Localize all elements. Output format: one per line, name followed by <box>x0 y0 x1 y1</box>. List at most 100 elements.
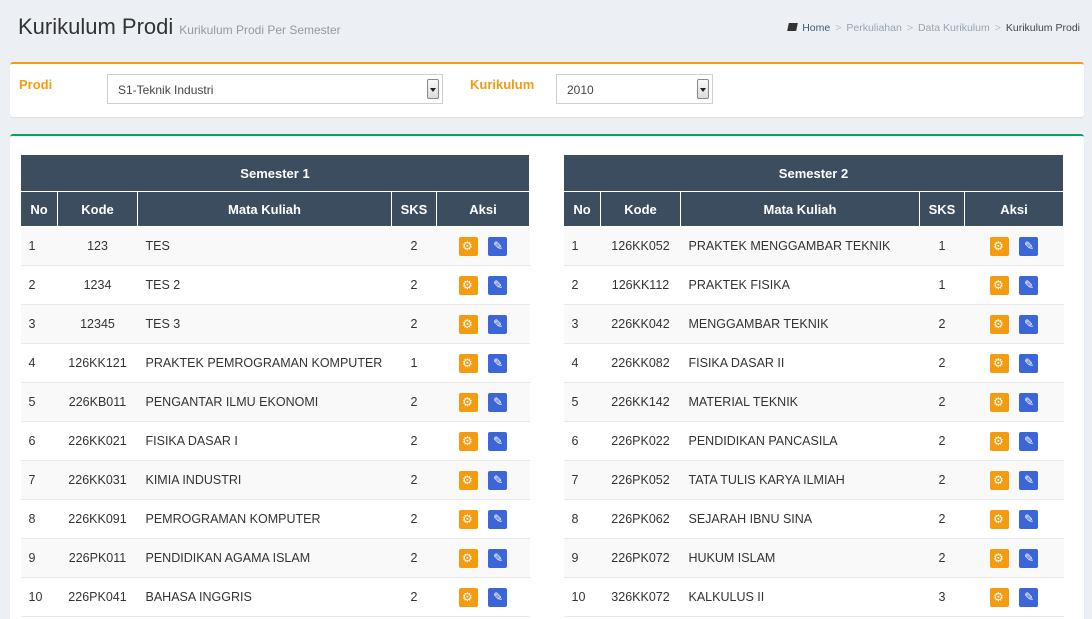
row-actions: ⚙ ✎ <box>964 304 1064 344</box>
edit-button[interactable]: ✎ <box>488 548 507 568</box>
row-actions: ⚙ ✎ <box>436 460 530 500</box>
row-mata-kuliah: MENGGAMBAR TEKNIK <box>680 304 920 344</box>
settings-button[interactable]: ⚙ <box>990 353 1009 373</box>
prodi-select[interactable]: S1-Teknik Industri <box>107 74 443 104</box>
row-no: 6 <box>20 421 58 461</box>
row-sks: 1 <box>919 265 965 305</box>
row-actions: ⚙ ✎ <box>436 304 530 344</box>
edit-button[interactable]: ✎ <box>488 392 507 412</box>
edit-button[interactable]: ✎ <box>1019 587 1038 607</box>
table-row: 1 123 TES 2 ⚙ ✎ <box>20 226 530 266</box>
row-no: 5 <box>563 382 601 422</box>
table-row: 10 226PK041 BAHASA INGGRIS 2 ⚙ ✎ <box>20 577 530 617</box>
row-no: 5 <box>20 382 58 422</box>
settings-button[interactable]: ⚙ <box>990 236 1009 256</box>
table-row: 6 226KK021 FISIKA DASAR I 2 ⚙ ✎ <box>20 421 530 461</box>
row-kode: 123 <box>57 226 138 266</box>
col-kode-header: Kode <box>57 191 138 227</box>
row-sks: 2 <box>391 421 437 461</box>
table-row: 1 126KK052 PRAKTEK MENGGAMBAR TEKNIK 1 ⚙ ✎ <box>563 226 1064 266</box>
row-no: 4 <box>20 343 58 383</box>
row-no: 2 <box>20 265 58 305</box>
edit-button[interactable]: ✎ <box>488 470 507 490</box>
edit-button[interactable]: ✎ <box>488 236 507 256</box>
gears-icon: ⚙ <box>993 433 1004 448</box>
settings-button[interactable]: ⚙ <box>459 587 478 607</box>
edit-button[interactable]: ✎ <box>1019 431 1038 451</box>
kurikulum-select-value: 2010 <box>567 83 594 97</box>
table-row: 3 226KK042 MENGGAMBAR TEKNIK 2 ⚙ ✎ <box>563 304 1064 344</box>
edit-button[interactable]: ✎ <box>1019 548 1038 568</box>
row-kode: 226PK022 <box>600 421 681 461</box>
pencil-icon: ✎ <box>1024 550 1035 565</box>
edit-button[interactable]: ✎ <box>1019 470 1038 490</box>
pencil-icon: ✎ <box>493 238 504 253</box>
settings-button[interactable]: ⚙ <box>459 314 478 334</box>
edit-button[interactable]: ✎ <box>1019 236 1038 256</box>
row-kode: 326KK072 <box>600 577 681 617</box>
breadcrumb-perkuliahan[interactable]: Perkuliahan <box>846 22 901 34</box>
edit-button[interactable]: ✎ <box>488 353 507 373</box>
kurikulum-select[interactable]: 2010 <box>556 74 713 104</box>
edit-button[interactable]: ✎ <box>1019 353 1038 373</box>
row-mata-kuliah: PRAKTEK FISIKA <box>680 265 920 305</box>
settings-button[interactable]: ⚙ <box>459 509 478 529</box>
settings-button[interactable]: ⚙ <box>990 314 1009 334</box>
row-no: 6 <box>563 421 601 461</box>
row-kode: 226KK142 <box>600 382 681 422</box>
row-mata-kuliah: KIMIA INDUSTRI <box>137 460 392 500</box>
edit-button[interactable]: ✎ <box>1019 275 1038 295</box>
settings-button[interactable]: ⚙ <box>990 548 1009 568</box>
table-row: 4 126KK121 PRAKTEK PEMROGRAMAN KOMPUTER 1 ⚙ ✎ <box>20 343 530 383</box>
row-sks: 2 <box>919 499 965 539</box>
settings-button[interactable]: ⚙ <box>459 275 478 295</box>
breadcrumb-home[interactable]: Home <box>802 22 830 34</box>
gears-icon: ⚙ <box>993 316 1004 331</box>
row-actions: ⚙ ✎ <box>436 343 530 383</box>
row-no: 8 <box>563 499 601 539</box>
edit-button[interactable]: ✎ <box>1019 314 1038 334</box>
row-no: 9 <box>20 538 58 578</box>
prodi-label: Prodi <box>19 77 53 92</box>
row-actions: ⚙ ✎ <box>436 265 530 305</box>
row-no: 7 <box>563 460 601 500</box>
settings-button[interactable]: ⚙ <box>459 392 478 412</box>
gears-icon: ⚙ <box>993 472 1004 487</box>
breadcrumb-data-kurikulum[interactable]: Data Kurikulum <box>918 22 990 34</box>
gears-icon: ⚙ <box>462 238 473 253</box>
edit-button[interactable]: ✎ <box>488 275 507 295</box>
settings-button[interactable]: ⚙ <box>990 509 1009 529</box>
settings-button[interactable]: ⚙ <box>459 353 478 373</box>
settings-button[interactable]: ⚙ <box>459 548 478 568</box>
row-mata-kuliah: PEMROGRAMAN KOMPUTER <box>137 499 392 539</box>
settings-button[interactable]: ⚙ <box>990 392 1009 412</box>
row-no: 3 <box>20 304 58 344</box>
gears-icon: ⚙ <box>993 511 1004 526</box>
page-header: Kurikulum Prodi Kurikulum Prodi Per Semes… <box>18 8 1080 48</box>
row-no: 10 <box>563 577 601 617</box>
chevron-down-icon[interactable] <box>427 79 439 99</box>
edit-button[interactable]: ✎ <box>1019 509 1038 529</box>
edit-button[interactable]: ✎ <box>488 431 507 451</box>
table-row: 3 12345 TES 3 2 ⚙ ✎ <box>20 304 530 344</box>
row-kode: 226PK041 <box>57 577 138 617</box>
settings-button[interactable]: ⚙ <box>990 431 1009 451</box>
col-kode-header: Kode <box>600 191 681 227</box>
gears-icon: ⚙ <box>462 550 473 565</box>
settings-button[interactable]: ⚙ <box>459 431 478 451</box>
settings-button[interactable]: ⚙ <box>990 470 1009 490</box>
row-sks: 3 <box>919 577 965 617</box>
settings-button[interactable]: ⚙ <box>459 470 478 490</box>
settings-button[interactable]: ⚙ <box>990 275 1009 295</box>
edit-button[interactable]: ✎ <box>488 509 507 529</box>
settings-button[interactable]: ⚙ <box>990 587 1009 607</box>
row-no: 10 <box>20 577 58 617</box>
gears-icon: ⚙ <box>993 394 1004 409</box>
edit-button[interactable]: ✎ <box>488 314 507 334</box>
row-mata-kuliah: PENDIDIKAN PANCASILA <box>680 421 920 461</box>
settings-button[interactable]: ⚙ <box>459 236 478 256</box>
edit-button[interactable]: ✎ <box>488 587 507 607</box>
row-kode: 126KK112 <box>600 265 681 305</box>
chevron-down-icon[interactable] <box>697 79 709 99</box>
edit-button[interactable]: ✎ <box>1019 392 1038 412</box>
